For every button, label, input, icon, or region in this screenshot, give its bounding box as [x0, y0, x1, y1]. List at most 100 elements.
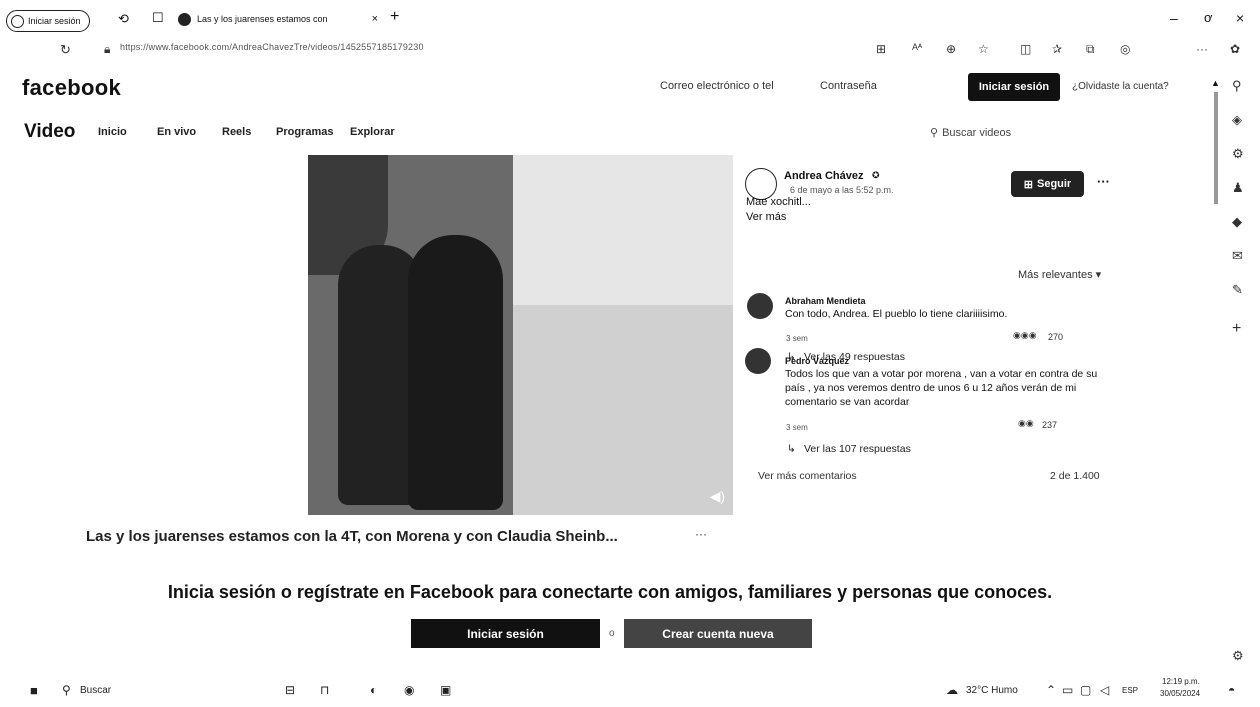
edge-taskbar-icon[interactable]: ◐ [370, 683, 377, 697]
tray-chevron-icon[interactable]: ⌃ [1046, 683, 1056, 697]
video-nav-reels[interactable]: Reels [222, 126, 251, 138]
more-comments-link[interactable]: Ver más comentarios [758, 470, 857, 482]
tab-close-icon[interactable]: × [372, 13, 378, 25]
file-explorer-icon[interactable]: ⊓ [320, 683, 329, 697]
tray-volume-icon[interactable]: ◁ [1100, 683, 1109, 697]
taskbar-date[interactable]: 30/05/2024 [1160, 689, 1200, 698]
chrome-taskbar-icon[interactable]: ◉ [404, 683, 414, 697]
reaction-icons[interactable]: ◉◉◉ [1013, 330, 1037, 341]
sidebar-office-icon[interactable]: ◆ [1232, 214, 1242, 230]
commenter-avatar[interactable] [745, 348, 771, 374]
tray-display-icon[interactable]: ▢ [1080, 683, 1091, 697]
video-nav-programas[interactable]: Programas [276, 126, 333, 138]
post-menu-button[interactable]: ··· [1097, 174, 1110, 189]
video-nav-en-vivo[interactable]: En vivo [157, 126, 196, 138]
video-frame-ground [513, 305, 733, 515]
search-videos-input[interactable]: ⚲ Buscar videos [930, 126, 1012, 140]
scroll-up-icon[interactable]: ▲ [1211, 78, 1220, 88]
task-view-icon[interactable]: ⊟ [285, 683, 295, 697]
reaction-count[interactable]: 270 [1048, 332, 1063, 342]
workspaces-icon[interactable]: ⟲ [118, 12, 129, 26]
more-menu-icon[interactable]: ··· [1196, 42, 1208, 56]
email-field[interactable]: Correo electrónico o tel [660, 80, 774, 92]
signin-pill-label: Iniciar sesión [28, 16, 81, 26]
commenter-name[interactable]: Pedro Vázquez [785, 356, 849, 366]
sidebar-designer-icon[interactable]: ✎ [1232, 282, 1243, 298]
video-player[interactable]: ◀) [308, 155, 733, 515]
tab-actions-icon[interactable]: ☐ [152, 11, 164, 25]
comment-count: 2 de 1.400 [1050, 470, 1100, 482]
create-account-button[interactable]: Crear cuenta nueva [624, 619, 812, 648]
video-person-2 [408, 235, 503, 510]
video-nav-inicio[interactable]: Inicio [98, 126, 127, 138]
login-prompt-text: Inicia sesión o regístrate en Facebook p… [167, 582, 1053, 602]
comment-text: Todos los que van a votar por morena , v… [785, 368, 1098, 408]
split-screen-icon[interactable]: ◫ [1020, 42, 1031, 56]
prompt-separator: o [609, 628, 615, 639]
edge-copilot-icon[interactable]: ✿ [1230, 42, 1240, 56]
weather-icon[interactable]: ☁ [946, 683, 958, 697]
notifications-icon[interactable]: ◓ [1228, 683, 1235, 697]
commenter-avatar[interactable] [747, 293, 773, 319]
collections-icon[interactable]: ⧉ [1086, 42, 1095, 57]
sidebar-shopping-icon[interactable]: ◈ [1232, 112, 1242, 128]
weather-text[interactable]: 32°C Humo [966, 685, 1018, 696]
taskbar-search-box[interactable]: Buscar [80, 685, 111, 696]
video-section-title[interactable]: Video [24, 121, 75, 143]
url-field[interactable]: https://www.facebook.com/AndreaChavezTre… [120, 42, 424, 52]
new-tab-button[interactable]: + [390, 8, 399, 26]
maximize-button[interactable]: ơ [1204, 10, 1213, 25]
facebook-favicon-icon [178, 12, 191, 26]
start-icon[interactable]: ■ [30, 683, 38, 698]
taskbar-search-icon[interactable]: ⚲ [62, 683, 71, 697]
volume-icon[interactable]: ◀) [710, 488, 725, 505]
sidebar-outlook-icon[interactable]: ✉ [1232, 248, 1243, 264]
minimize-button[interactable]: – [1170, 10, 1178, 26]
sidebar-add-icon[interactable]: + [1232, 320, 1241, 338]
favorites-icon[interactable]: ✰ [1052, 42, 1062, 56]
tray-network-icon[interactable]: ▭ [1062, 683, 1073, 697]
post-timestamp[interactable]: 6 de mayo a las 5:52 p.m. [790, 185, 894, 195]
caption-more-menu[interactable]: ··· [695, 527, 707, 541]
sidebar-search-icon[interactable]: ⚲ [1232, 78, 1242, 94]
language-indicator[interactable]: ESP [1122, 686, 1138, 695]
scrollbar[interactable] [1214, 92, 1218, 204]
follow-label: Seguir [1036, 178, 1072, 190]
app-taskbar-icon[interactable]: ▣ [440, 683, 451, 697]
facebook-logo[interactable]: facebook [22, 75, 121, 101]
read-aloud-icon[interactable]: Aᴬ [912, 42, 922, 52]
close-window-button[interactable]: × [1236, 10, 1244, 26]
video-nav-explorar[interactable]: Explorar [350, 126, 395, 138]
extensions-icon[interactable]: ⊕ [946, 42, 956, 56]
tab-active[interactable]: Las y los juarenses estamos con × [178, 7, 378, 31]
replies-arrow-icon: ↳ [787, 443, 796, 455]
forgot-account-link[interactable]: ¿Olvidaste la cuenta? [1072, 81, 1169, 92]
view-replies-link[interactable]: Ver las 107 respuestas [804, 443, 911, 455]
reaction-icons[interactable]: ◉◉ [1018, 418, 1034, 429]
search-videos-placeholder: Buscar videos [942, 126, 1012, 139]
sidebar-settings-icon[interactable]: ⚙ [1232, 648, 1244, 664]
app-available-icon[interactable]: ⊞ [876, 42, 886, 56]
refresh-icon[interactable]: ↻ [60, 42, 71, 58]
comment-text: Con todo, Andrea. El pueblo lo tiene cla… [785, 308, 1008, 320]
comment-time[interactable]: 3 sem [786, 423, 808, 432]
lock-icon[interactable]: 🔒︎ [104, 42, 110, 57]
password-field[interactable]: Contraseña [820, 80, 877, 92]
sidebar-tools-icon[interactable]: ⚙ [1232, 146, 1244, 162]
prompt-login-button[interactable]: Iniciar sesión [411, 619, 600, 648]
commenter-name[interactable]: Abraham Mendieta [785, 296, 866, 306]
favorite-star-icon[interactable]: ☆ [978, 42, 989, 56]
comment-time[interactable]: 3 sem [786, 334, 808, 343]
profile-icon [11, 14, 24, 28]
follow-button[interactable]: ⊞ Seguir [1011, 171, 1084, 197]
copilot-icon[interactable]: ◎ [1120, 42, 1130, 56]
see-more-link[interactable]: Ver más [746, 211, 786, 223]
reaction-count[interactable]: 237 [1042, 420, 1057, 430]
browser-tab-bar: Iniciar sesión ⟲ ☐ Las y los juarenses e… [0, 0, 1260, 34]
login-button[interactable]: Iniciar sesión [968, 73, 1060, 101]
taskbar-time[interactable]: 12:19 p.m. [1162, 677, 1200, 686]
sidebar-games-icon[interactable]: ♟ [1232, 180, 1244, 196]
browser-profile-signin-button[interactable]: Iniciar sesión [6, 10, 90, 32]
comment-sort-dropdown[interactable]: Más relevantes ▾ [1018, 268, 1101, 281]
author-name[interactable]: Andrea Chávez [784, 170, 863, 182]
